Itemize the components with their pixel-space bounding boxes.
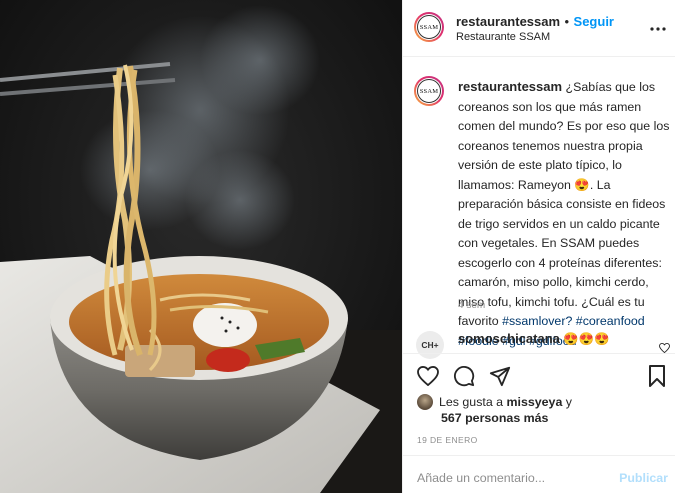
publish-button[interactable]: Publicar xyxy=(619,471,668,485)
action-bar xyxy=(403,353,675,400)
caption-time[interactable]: 4 sem xyxy=(458,300,485,311)
hashtag-link[interactable]: #ssamlover? xyxy=(502,314,572,328)
save-icon[interactable] xyxy=(648,365,666,392)
author-avatar[interactable]: SSAM xyxy=(414,12,444,42)
post-header: SSAM restaurantessam • Seguir Restaurant… xyxy=(403,0,675,57)
comment-text: 😍😍😍 xyxy=(563,332,610,346)
author-username[interactable]: restaurantessam xyxy=(456,14,560,29)
instagram-post: SSAM restaurantessam • Seguir Restaurant… xyxy=(0,0,675,493)
like-icon[interactable] xyxy=(417,365,439,391)
liker-username[interactable]: missyeya xyxy=(507,395,563,409)
post-side-panel: SSAM restaurantessam • Seguir Restaurant… xyxy=(402,0,675,493)
likes-prefix: Les gusta a xyxy=(439,395,504,409)
add-comment-bar: Añade un comentario... Publicar xyxy=(403,455,675,494)
more-icon[interactable] xyxy=(650,18,666,35)
comment: somoschicatana 😍😍😍 xyxy=(458,331,610,347)
caption-emoji: 😍 xyxy=(574,177,590,192)
comment-icon[interactable] xyxy=(453,365,475,392)
caption-avatar[interactable]: SSAM xyxy=(414,76,444,106)
likes-count[interactable]: 567 personas más xyxy=(441,411,548,425)
post-date[interactable]: 19 DE ENERO xyxy=(417,435,478,445)
hashtag-link[interactable]: #coreanfood xyxy=(576,314,645,328)
share-icon[interactable] xyxy=(489,365,511,392)
caption-username[interactable]: restaurantessam xyxy=(458,79,562,94)
comment-input[interactable]: Añade un comentario... xyxy=(417,471,545,485)
separator-dot: • xyxy=(564,14,570,29)
likes-summary: Les gusta a missyeya y 567 personas más xyxy=(417,394,572,426)
caption-text: ¿Sabías que los coreanos son los que más… xyxy=(458,80,670,192)
follow-button[interactable]: Seguir xyxy=(574,14,614,29)
liker-avatar[interactable] xyxy=(417,394,433,410)
post-caption: restaurantessam ¿Sabías que los coreanos… xyxy=(458,77,674,351)
location-link[interactable]: Restaurante SSAM xyxy=(456,31,550,43)
ramen-photo-illustration xyxy=(0,0,402,493)
likes-connector: y xyxy=(565,395,572,409)
post-photo[interactable] xyxy=(0,0,402,493)
author-line: restaurantessam • Seguir xyxy=(456,13,614,31)
caption-text-continued: . La preparación básica consiste en fide… xyxy=(458,177,666,329)
comment-username[interactable]: somoschicatana xyxy=(458,331,560,346)
